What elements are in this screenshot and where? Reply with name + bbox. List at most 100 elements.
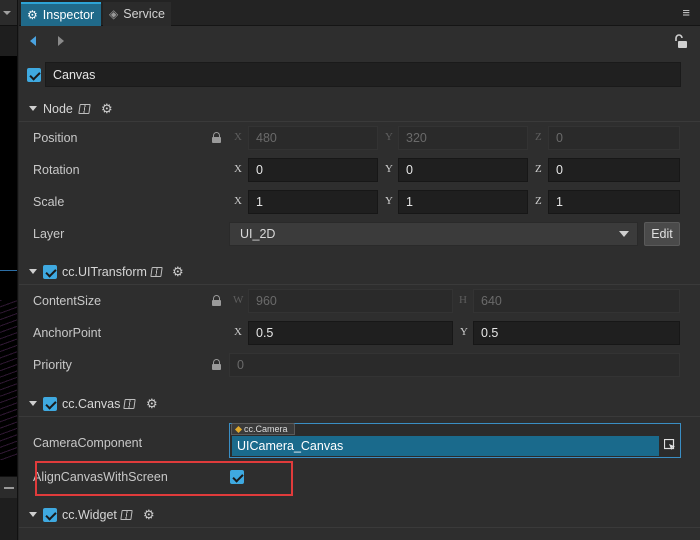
scale-label: Scale bbox=[33, 195, 65, 209]
scene-toolbar-edge bbox=[0, 0, 17, 26]
widget-section-header: cc.Widget ⚙ bbox=[19, 502, 700, 528]
uitransform-section-header: cc.UITransform ⚙ bbox=[19, 259, 700, 285]
collapse-triangle-icon[interactable] bbox=[29, 401, 37, 406]
node-section-header: Node ⚙ bbox=[19, 96, 700, 122]
help-book-icon[interactable] bbox=[78, 104, 91, 114]
lock-icon bbox=[212, 295, 221, 306]
gear-icon[interactable]: ⚙ bbox=[146, 397, 158, 410]
position-x-field: 480 bbox=[248, 126, 378, 150]
rotation-x-input[interactable]: 0 bbox=[248, 158, 378, 182]
axis-x-label: X bbox=[234, 131, 242, 143]
axis-y-label: Y bbox=[460, 326, 468, 338]
rotation-row: Rotation X 0 Y 0 Z 0 bbox=[19, 156, 700, 184]
position-row: Position X 480 Y 320 Z 0 bbox=[19, 124, 700, 152]
canvas-section-header: cc.Canvas ⚙ bbox=[19, 391, 700, 417]
help-book-icon[interactable] bbox=[123, 399, 136, 409]
axis-h-label: H bbox=[459, 294, 467, 306]
scene-view-edge bbox=[0, 0, 18, 540]
panel-menu-icon[interactable]: ≡ bbox=[682, 5, 690, 20]
inspector-panel: ⚙ Inspector ◈ Service ≡ Node ⚙ Position … bbox=[19, 0, 700, 540]
anchor-x-input[interactable]: 0.5 bbox=[248, 321, 453, 345]
align-canvas-checkbox[interactable] bbox=[230, 470, 244, 484]
tab-inspector-label: Inspector bbox=[42, 8, 95, 22]
asset-type-label: cc.Camera bbox=[244, 424, 288, 434]
scale-x-input[interactable]: 1 bbox=[248, 190, 378, 214]
section-title-widget: cc.Widget bbox=[62, 507, 117, 522]
section-title-canvas: cc.Canvas bbox=[62, 396, 121, 411]
minimize-icon[interactable] bbox=[4, 487, 14, 489]
anchor-y-input[interactable]: 0.5 bbox=[473, 321, 680, 345]
position-y-field: 320 bbox=[398, 126, 528, 150]
back-arrow-icon[interactable] bbox=[30, 36, 36, 46]
axis-x-label: X bbox=[234, 326, 242, 338]
content-height-field: 640 bbox=[473, 289, 680, 313]
tab-inspector[interactable]: ⚙ Inspector bbox=[21, 2, 101, 26]
layer-edit-button[interactable]: Edit bbox=[644, 222, 680, 246]
axis-z-label: Z bbox=[535, 195, 542, 207]
forward-arrow-icon[interactable] bbox=[58, 36, 64, 46]
eye-icon: ◈ bbox=[109, 7, 119, 21]
asset-picker-icon[interactable] bbox=[664, 439, 676, 451]
axis-y-label: Y bbox=[385, 131, 393, 143]
layer-select[interactable]: UI_2D bbox=[229, 222, 638, 246]
camera-component-label: CameraComponent bbox=[33, 436, 143, 450]
position-label: Position bbox=[33, 131, 78, 145]
collapse-triangle-icon[interactable] bbox=[29, 106, 37, 111]
gear-icon[interactable]: ⚙ bbox=[172, 265, 184, 278]
node-name-row bbox=[19, 62, 700, 88]
layer-label: Layer bbox=[33, 227, 65, 241]
scale-y-input[interactable]: 1 bbox=[398, 190, 528, 214]
node-active-checkbox[interactable] bbox=[27, 68, 41, 82]
rotation-y-input[interactable]: 0 bbox=[398, 158, 528, 182]
axis-w-label: W bbox=[233, 294, 244, 306]
scale-row: Scale X 1 Y 1 Z 1 bbox=[19, 188, 700, 216]
rotation-z-input[interactable]: 0 bbox=[548, 158, 680, 182]
inspector-toolbar bbox=[19, 27, 700, 57]
content-size-row: ContentSize W 960 H 640 bbox=[19, 287, 700, 315]
axis-x-label: X bbox=[234, 163, 242, 175]
priority-field: 0 bbox=[229, 353, 680, 377]
content-width-field: 960 bbox=[248, 289, 453, 313]
help-book-icon[interactable] bbox=[150, 267, 163, 277]
section-title-node: Node bbox=[43, 101, 73, 116]
rotation-label: Rotation bbox=[33, 163, 80, 177]
uitransform-enabled-checkbox[interactable] bbox=[43, 265, 57, 279]
lock-icon bbox=[212, 359, 221, 370]
component-diamond-icon bbox=[234, 425, 243, 433]
priority-label: Priority bbox=[33, 358, 72, 372]
anchor-point-row: AnchorPoint X 0.5 Y 0.5 bbox=[19, 319, 700, 347]
canvas-bound-line bbox=[0, 270, 17, 271]
align-canvas-row: AlignCanvasWithScreen bbox=[19, 463, 700, 491]
scale-z-input[interactable]: 1 bbox=[548, 190, 680, 214]
node-name-input[interactable] bbox=[45, 62, 681, 87]
tab-bar: ⚙ Inspector ◈ Service ≡ bbox=[19, 0, 700, 26]
axis-y-label: Y bbox=[385, 163, 393, 175]
collapse-triangle-icon[interactable] bbox=[29, 269, 37, 274]
help-book-icon[interactable] bbox=[120, 510, 133, 520]
camera-asset-value[interactable]: UICamera_Canvas bbox=[232, 436, 659, 456]
align-canvas-label: AlignCanvasWithScreen bbox=[33, 470, 168, 484]
axis-z-label: Z bbox=[535, 163, 542, 175]
axis-y-label: Y bbox=[385, 195, 393, 207]
gear-icon: ⚙ bbox=[27, 8, 38, 22]
asset-type-tag: cc.Camera bbox=[231, 423, 295, 435]
tab-service[interactable]: ◈ Service bbox=[103, 2, 171, 26]
gear-icon[interactable]: ⚙ bbox=[143, 508, 155, 521]
lock-icon bbox=[212, 132, 221, 143]
content-size-label: ContentSize bbox=[33, 294, 102, 308]
scene-grid bbox=[0, 300, 17, 460]
collapse-triangle-icon[interactable] bbox=[29, 512, 37, 517]
gear-icon[interactable]: ⚙ bbox=[101, 102, 113, 115]
canvas-enabled-checkbox[interactable] bbox=[43, 397, 57, 411]
section-title-uitransform: cc.UITransform bbox=[62, 264, 147, 279]
camera-asset-field[interactable]: cc.Camera UICamera_Canvas bbox=[229, 423, 681, 458]
widget-enabled-checkbox[interactable] bbox=[43, 508, 57, 522]
tab-service-label: Service bbox=[123, 7, 165, 21]
position-z-field: 0 bbox=[548, 126, 680, 150]
axis-z-label: Z bbox=[535, 131, 542, 143]
layer-row: Layer UI_2D Edit bbox=[19, 220, 700, 248]
chevron-down-icon[interactable] bbox=[3, 11, 11, 15]
dropdown-caret-icon bbox=[619, 231, 629, 237]
unlock-icon[interactable] bbox=[674, 33, 688, 49]
anchor-point-label: AnchorPoint bbox=[33, 326, 102, 340]
